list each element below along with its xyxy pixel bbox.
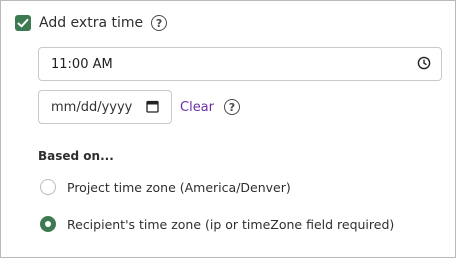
add-extra-time-checkbox[interactable] <box>15 15 31 31</box>
radio-label[interactable]: Project time zone (America/Denver) <box>67 180 291 195</box>
radio-option-project-timezone[interactable]: Project time zone (America/Denver) <box>40 179 291 195</box>
date-row: mm/dd/yyyy Clear ? <box>38 90 240 124</box>
radio-label[interactable]: Recipient's time zone (ip or timeZone fi… <box>67 217 394 232</box>
add-extra-time-label[interactable]: Add extra time <box>39 15 143 31</box>
date-placeholder: mm/dd/yyyy <box>51 99 133 115</box>
help-glyph: ? <box>228 100 236 114</box>
recipient-timezone-radio[interactable] <box>40 216 56 232</box>
extra-time-panel: Add extra time ? 11:00 AM mm/dd/yyyy Cle… <box>0 0 456 258</box>
help-icon[interactable]: ? <box>151 15 168 31</box>
checkmark-icon <box>17 18 29 28</box>
extra-time-row: Add extra time ? <box>15 15 168 31</box>
clock-icon[interactable] <box>417 55 431 74</box>
help-icon[interactable]: ? <box>224 99 240 115</box>
radio-option-recipient-timezone[interactable]: Recipient's time zone (ip or timeZone fi… <box>40 216 394 232</box>
calendar-icon[interactable] <box>146 98 159 117</box>
time-value: 11:00 AM <box>51 56 113 72</box>
help-glyph: ? <box>155 16 163 30</box>
based-on-heading: Based on... <box>38 149 114 163</box>
project-timezone-radio[interactable] <box>40 179 56 195</box>
time-input[interactable]: 11:00 AM <box>38 47 442 81</box>
clear-date-link[interactable]: Clear <box>180 100 214 115</box>
date-input[interactable]: mm/dd/yyyy <box>38 90 172 124</box>
radio-selected-dot <box>45 221 51 227</box>
